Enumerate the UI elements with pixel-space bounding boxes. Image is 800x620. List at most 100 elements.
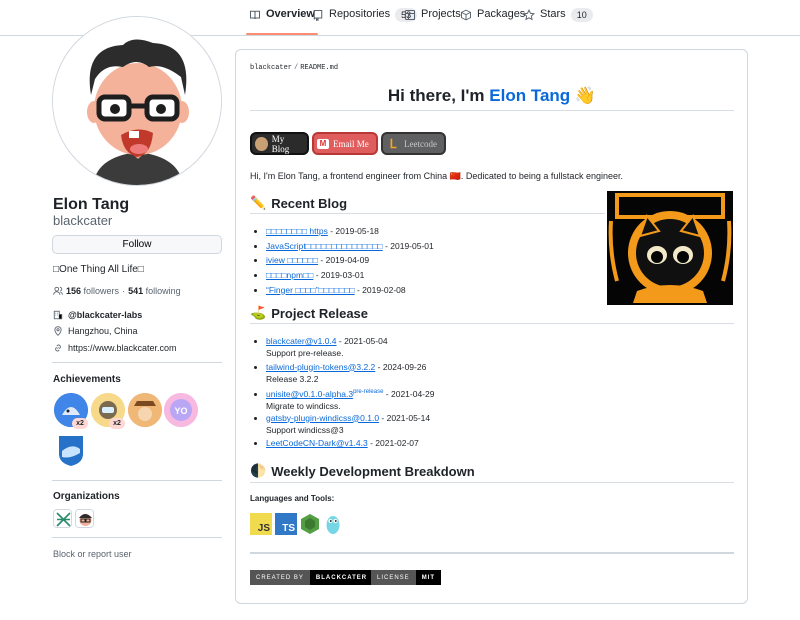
blog-link[interactable]: □□□□□□□□ https — [266, 226, 328, 236]
followers-label: followers — [83, 286, 120, 296]
achievements-divider — [52, 362, 222, 363]
blog-list: □□□□□□□□ https - 2019-05-18 JavaScript□□… — [259, 225, 434, 298]
block-report-link[interactable]: Block or report user — [53, 549, 132, 559]
tab-projects-label: Projects — [421, 8, 461, 20]
release-link[interactable]: tailwind-plugin-tokens@3.2.2 — [266, 362, 375, 372]
weekly-breakdown-title: Weekly Development Breakdown — [271, 463, 475, 479]
leetcode-icon: ᒪ — [389, 136, 397, 151]
profile-avatar[interactable] — [52, 16, 222, 186]
gmail-icon: M — [317, 138, 329, 149]
following-link[interactable]: 541 following — [128, 286, 181, 296]
license-shield: LICENSE MIT — [371, 570, 442, 585]
blog-date: - 2019-02-08 — [354, 284, 406, 295]
title-rule — [250, 110, 734, 111]
javascript-icon-label: JS — [257, 523, 270, 534]
pencil-icon: ✏️ — [250, 195, 267, 210]
people-icon — [53, 286, 63, 295]
list-item: “Finger □□□□”□□□□□□□ - 2019-02-08 — [266, 284, 434, 299]
release-link[interactable]: gatsby-plugin-windicss@0.1.0 — [266, 413, 379, 423]
cat-mascot-image — [607, 191, 733, 305]
tab-stars[interactable]: Stars 10 — [523, 8, 593, 34]
release-description: Release 3.2.2 — [266, 373, 319, 384]
organization-icon — [53, 310, 63, 320]
organization-link[interactable]: @blackcater-labs — [68, 310, 142, 320]
weekly-breakdown-heading: 🌓 Weekly Development Breakdown — [250, 463, 475, 479]
package-icon — [461, 9, 471, 21]
shield-license-value: MIT — [415, 570, 442, 585]
block-divider — [52, 537, 222, 538]
breadcrumb-separator: / — [294, 64, 299, 72]
my-blog-button[interactable]: My Blog — [250, 132, 309, 155]
stats-separator: · — [122, 286, 126, 296]
blog-link[interactable]: □□□□npm□□ — [266, 270, 313, 280]
release-description: Migrate to windicss. — [266, 400, 341, 411]
prerelease-label: pre-release — [353, 389, 384, 395]
blog-date: - 2019-03-01 — [313, 270, 365, 281]
shield-created-label: CREATED BY — [250, 570, 310, 585]
release-description: Support pre-release. — [266, 348, 344, 358]
tab-packages[interactable]: Packages — [460, 8, 525, 34]
release-date: - 2021-04-29 — [383, 388, 435, 399]
profile-website: https://www.blackcater.com — [53, 343, 177, 353]
svg-text:YO: YO — [174, 406, 187, 416]
follow-button[interactable]: Follow — [52, 235, 222, 254]
readme-title-name[interactable]: Elon Tang — [489, 86, 570, 105]
release-link[interactable]: LeetCodeCN-Dark@v1.4.3 — [266, 438, 368, 448]
release-list: blackcater@v1.0.4 - 2021-05-04 Support pr… — [259, 335, 434, 463]
blog-date: - 2019-04-09 — [318, 255, 370, 266]
following-count: 541 — [128, 286, 144, 296]
org-avatar-blackcater-labs[interactable] — [53, 509, 72, 528]
profile-bio: □One Thing All Life□ — [53, 264, 144, 275]
achievements-title: Achievements — [53, 374, 121, 385]
achievement-badge-quickdraw[interactable] — [128, 393, 162, 427]
list-item: unisite@v0.1.0-alpha.3pre-release - 2021… — [266, 386, 434, 412]
yolo-icon: YO — [164, 393, 198, 427]
leetcode-label: Leetcode — [404, 138, 437, 149]
blog-link[interactable]: “Finger □□□□”□□□□□□□ — [266, 285, 355, 295]
profile-username: blackcater — [53, 213, 113, 228]
organizations-title: Organizations — [53, 491, 120, 502]
blog-link[interactable]: JavaScript□□□□□□□□□□□□□□□ — [266, 241, 383, 251]
blog-link[interactable]: iview □□□□□□ — [266, 255, 318, 265]
followers-count: 156 — [66, 286, 82, 296]
typescript-icon-label: TS — [282, 523, 295, 534]
org-avatar-second[interactable] — [75, 509, 94, 528]
website-link[interactable]: https://www.blackcater.com — [68, 343, 177, 353]
link-icon — [55, 344, 61, 352]
profile-fullname: Elon Tang — [53, 196, 130, 213]
book-icon — [249, 10, 261, 20]
release-date: - 2024-09-26 — [375, 361, 427, 372]
tab-overview[interactable]: Overview — [246, 8, 318, 35]
following-label: following — [145, 286, 181, 296]
repo-icon — [313, 9, 323, 21]
achievement-badge-yolo[interactable]: YO — [164, 393, 198, 427]
tab-repositories-label: Repositories — [329, 8, 391, 20]
tab-repositories[interactable]: Repositories 53 — [312, 8, 418, 34]
blog-date: - 2019-05-18 — [327, 226, 379, 236]
typescript-icon[interactable]: TS — [275, 513, 297, 535]
badge-count-1: x2 — [72, 418, 88, 429]
golang-icon[interactable] — [325, 513, 341, 535]
javascript-icon[interactable]: JS — [250, 513, 272, 535]
readme-title-prefix: Hi there, I'm — [387, 86, 490, 105]
followers-link[interactable]: 156 followers — [66, 286, 119, 296]
release-link[interactable]: unisite@v0.1.0-alpha.3 — [266, 389, 353, 399]
profile-organization: @blackcater-labs — [53, 310, 142, 320]
project-release-heading: ⛳ Project Release — [250, 305, 368, 321]
shield-created-value: BLACKCATER — [309, 570, 374, 585]
leetcode-button[interactable]: ᒪ Leetcode — [381, 132, 446, 155]
email-me-button[interactable]: M Email Me — [312, 132, 378, 155]
nodejs-icon[interactable] — [299, 513, 321, 535]
list-item: gatsby-plugin-windicss@0.1.0 - 2021-05-1… — [266, 412, 434, 438]
achievement-badge-arctic[interactable] — [54, 433, 88, 467]
tab-projects[interactable]: Projects — [404, 8, 461, 34]
release-link[interactable]: blackcater@v1.0.4 — [266, 336, 337, 346]
tab-stars-label: Stars — [540, 8, 566, 20]
table-icon — [404, 9, 416, 21]
org-logo-icon — [54, 510, 71, 527]
breadcrumb-user[interactable]: blackcater — [250, 64, 292, 72]
project-release-title: Project Release — [271, 305, 369, 321]
recent-blog-heading: ✏️ Recent Blog — [250, 195, 347, 211]
blog-rule — [250, 213, 605, 214]
breadcrumb-file[interactable]: README.md — [300, 64, 338, 72]
